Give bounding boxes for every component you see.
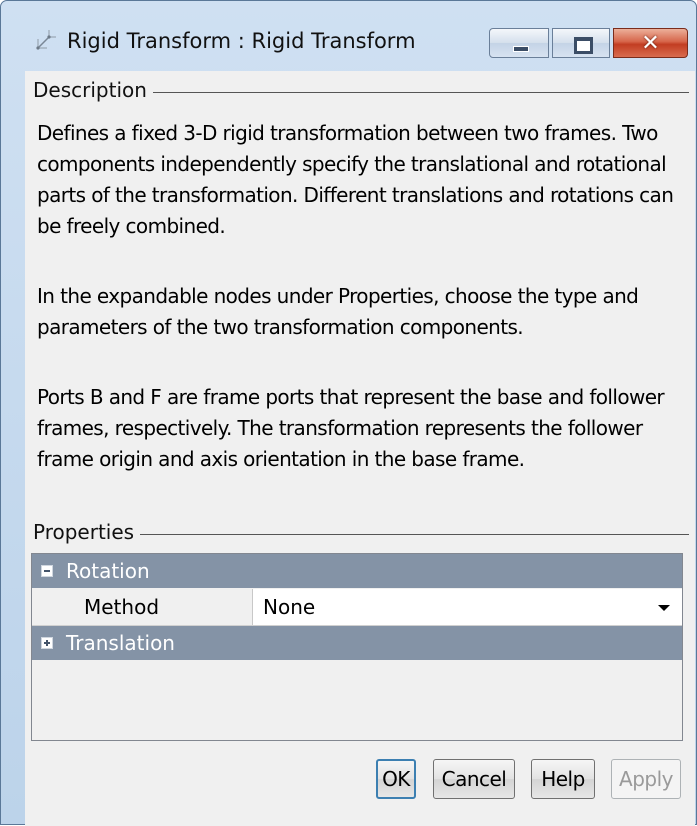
method-dropdown[interactable]: None: [253, 589, 682, 625]
dialog-window: Rigid Transform : Rigid Transform ✕ Desc…: [0, 0, 697, 826]
rotation-group-header[interactable]: Rotation: [32, 554, 682, 588]
cancel-button[interactable]: Cancel: [433, 759, 515, 799]
method-property-row: Method None: [32, 589, 682, 626]
property-inspector: Rotation Method None Translation: [31, 553, 683, 741]
translation-group-label: Translation: [66, 631, 175, 655]
description-group-label: Description: [33, 78, 153, 102]
rotation-group-label: Rotation: [66, 559, 150, 583]
maximize-button[interactable]: [552, 28, 610, 58]
method-dropdown-value: None: [263, 595, 316, 619]
close-icon: ✕: [641, 30, 660, 56]
chevron-down-icon[interactable]: [658, 605, 670, 611]
minimize-icon: [513, 46, 529, 52]
properties-group-line: [139, 534, 689, 535]
title-bar[interactable]: Rigid Transform : Rigid Transform ✕: [1, 1, 696, 58]
maximize-icon: [574, 37, 593, 54]
method-property-label: Method: [84, 595, 160, 619]
rigid-transform-icon: [35, 29, 57, 51]
description-paragraph-3: Ports B and F are frame ports that repre…: [37, 385, 665, 471]
description-group-line: [145, 92, 689, 93]
close-button[interactable]: ✕: [613, 28, 688, 58]
help-button[interactable]: Help: [531, 759, 595, 799]
translation-group-header[interactable]: Translation: [32, 626, 682, 660]
collapse-icon[interactable]: [41, 565, 53, 577]
minimize-button[interactable]: [489, 28, 549, 58]
expand-icon[interactable]: [41, 637, 53, 649]
description-paragraph-2: In the expandable nodes under Properties…: [37, 284, 639, 339]
description-paragraph-1: Defines a fixed 3-D rigid transformation…: [37, 121, 674, 238]
apply-button[interactable]: Apply: [611, 759, 681, 799]
properties-group-label: Properties: [33, 520, 141, 544]
window-title: Rigid Transform : Rigid Transform: [67, 29, 416, 53]
ok-button[interactable]: OK: [376, 759, 416, 799]
dialog-client-area: Description Defines a fixed 3-D rigid tr…: [25, 71, 695, 826]
